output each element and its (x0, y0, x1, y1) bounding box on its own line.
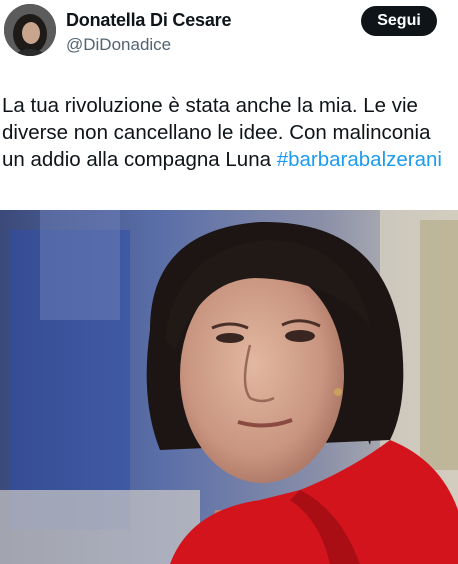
tweet-text: La tua rivoluzione è stata anche la mia.… (2, 92, 458, 173)
portrait-photo (0, 210, 458, 564)
tweet-photo[interactable] (0, 210, 458, 564)
profile-photo-icon (4, 4, 56, 56)
author-handle[interactable]: @DiDonadice (66, 35, 171, 55)
hashtag-link[interactable]: #barbarabalzerani (277, 148, 442, 171)
tweet-line-1: La tua rivoluzione è stata anche la mia.… (2, 94, 418, 117)
tweet-line-3: un addio alla compagna Luna #barbarabalz… (2, 146, 458, 173)
tweet-line-3-text: un addio alla compagna Luna (2, 148, 277, 171)
avatar[interactable] (4, 4, 56, 56)
tweet-line-2: diverse non cancellano le idee. Con mali… (2, 121, 431, 144)
author-display-name[interactable]: Donatella Di Cesare (66, 10, 231, 31)
tweet-header: Donatella Di Cesare @DiDonadice Segui (0, 0, 458, 70)
follow-button[interactable]: Segui (361, 6, 437, 36)
